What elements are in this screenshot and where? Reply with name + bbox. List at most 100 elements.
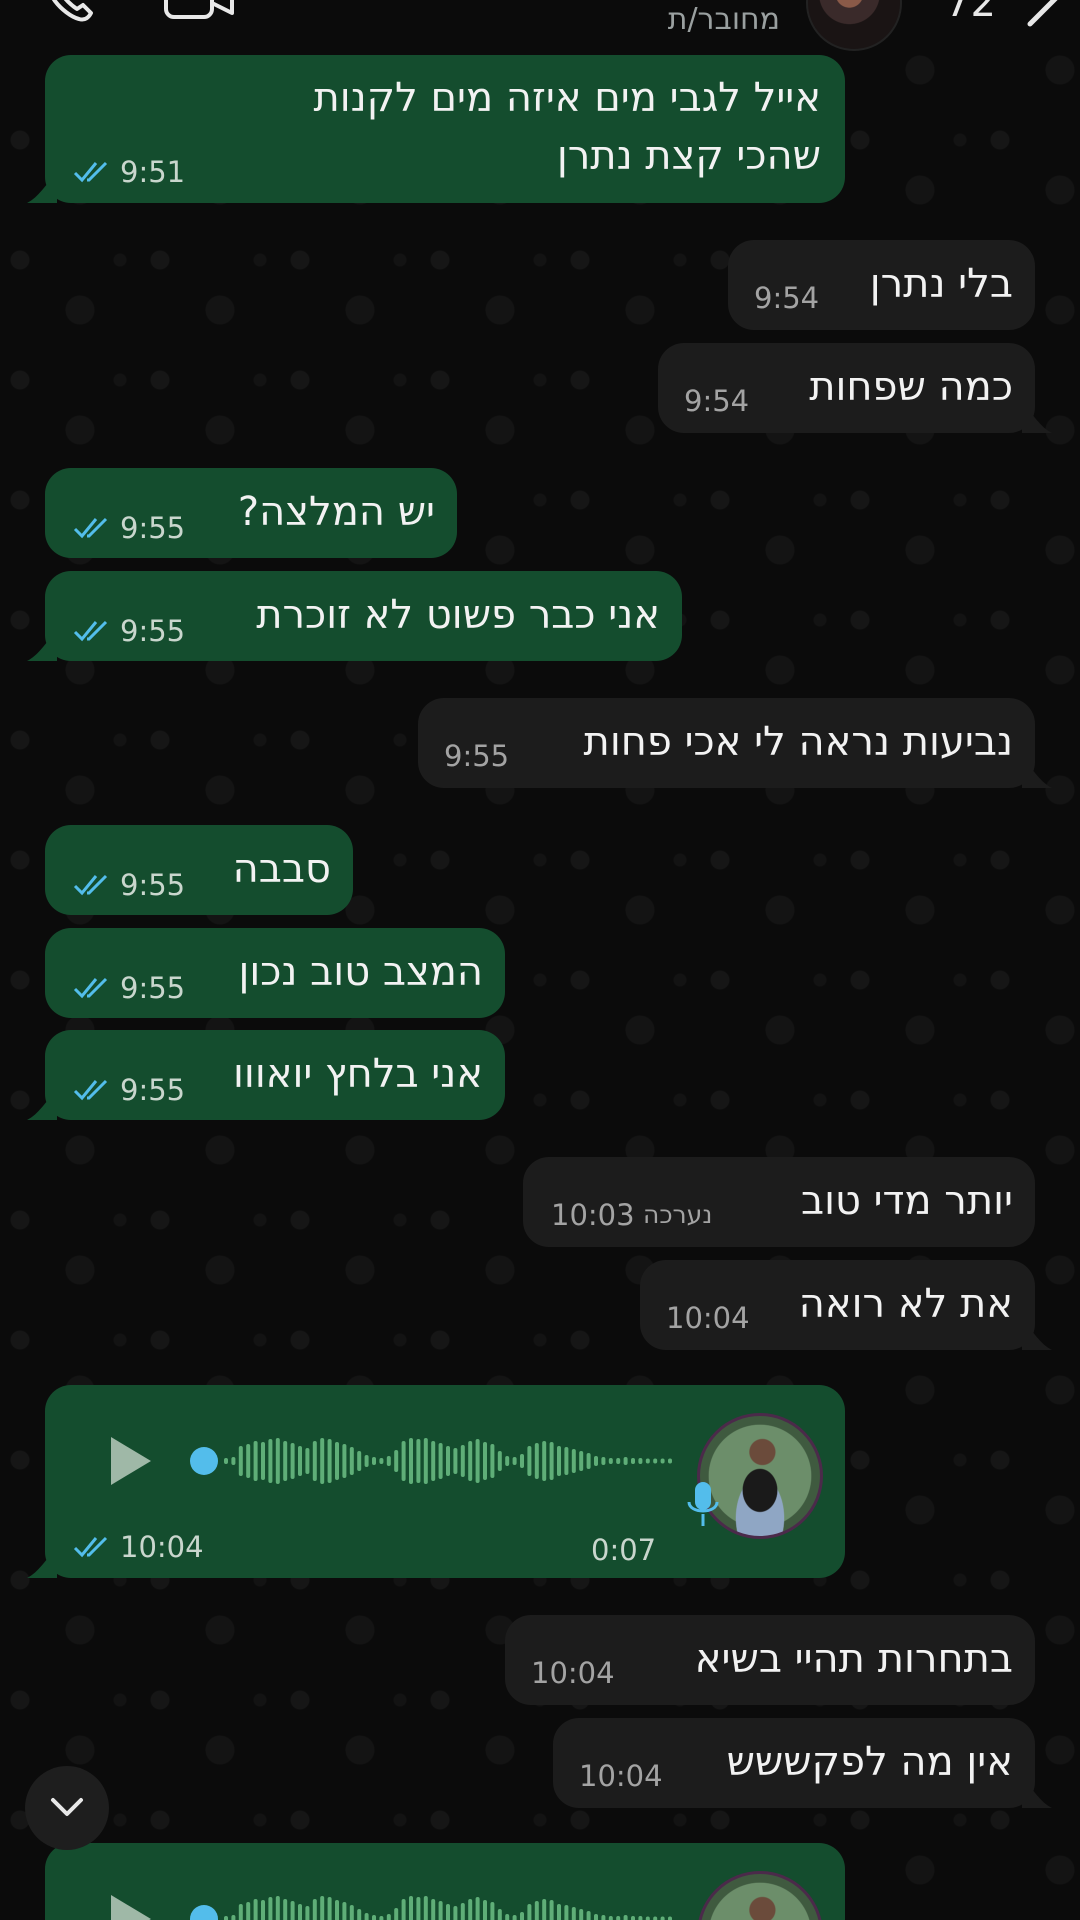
waveform-bar bbox=[386, 1456, 391, 1466]
play-icon[interactable] bbox=[107, 1893, 155, 1920]
message-time: 9:51 bbox=[120, 155, 186, 189]
edited-label: נערכה bbox=[643, 1200, 713, 1229]
waveform-bar bbox=[379, 1916, 384, 1920]
message-incoming[interactable]: את לא רואה 10:04 bbox=[640, 1260, 1052, 1350]
message-text: אני כבר פשוט לא זוכרת bbox=[256, 592, 660, 638]
waveform-bar bbox=[394, 1908, 399, 1920]
waveform-bar bbox=[653, 1916, 658, 1920]
bubble-tail bbox=[1022, 403, 1052, 433]
waveform-bar bbox=[601, 1915, 606, 1920]
play-icon[interactable] bbox=[107, 1435, 155, 1487]
waveform-bar bbox=[416, 1439, 421, 1483]
waveform-bar bbox=[335, 1900, 339, 1920]
waveform-bar bbox=[386, 1914, 391, 1920]
waveform-bar bbox=[283, 1441, 288, 1481]
waveform-bar bbox=[364, 1913, 369, 1920]
read-ticks-icon bbox=[73, 977, 108, 999]
scroll-to-bottom-button[interactable] bbox=[25, 1766, 109, 1850]
waveform-bar bbox=[379, 1458, 384, 1464]
waveform-bar bbox=[527, 1904, 532, 1920]
bubble-tail bbox=[27, 173, 57, 203]
message-time: 10:03 bbox=[551, 1198, 635, 1232]
waveform-bar bbox=[579, 1909, 584, 1920]
waveform-bar bbox=[616, 1458, 621, 1464]
message-time: 9:55 bbox=[120, 1073, 186, 1107]
waveform-bar bbox=[645, 1458, 650, 1464]
waveform-bar bbox=[349, 1447, 354, 1475]
waveform-bar bbox=[238, 1904, 243, 1920]
message-outgoing[interactable]: 9:55 אני כבר פשוט לא זוכרת bbox=[27, 571, 682, 661]
message-incoming[interactable]: בתחרות תהיי בשיא 10:04 bbox=[505, 1615, 1035, 1705]
unread-count: 72 bbox=[945, 0, 996, 26]
waveform-bar bbox=[557, 1904, 561, 1920]
message-incoming[interactable]: כמה שפחות 9:54 bbox=[658, 343, 1052, 433]
waveform-bar bbox=[483, 1442, 487, 1480]
waveform-bar bbox=[446, 1904, 450, 1920]
waveform-bar bbox=[253, 1899, 258, 1920]
read-ticks-icon bbox=[73, 874, 108, 896]
waveform-bar bbox=[571, 1907, 576, 1920]
waveform-bar bbox=[490, 1902, 495, 1920]
read-ticks-icon bbox=[73, 1536, 108, 1558]
waveform-bar bbox=[401, 1899, 406, 1920]
waveform-bar bbox=[653, 1458, 658, 1464]
waveform-bar bbox=[475, 1439, 480, 1483]
bubble-tail bbox=[1022, 1320, 1052, 1350]
bubble-tail bbox=[27, 1090, 57, 1120]
message-text: אין מה לפקששש bbox=[726, 1739, 1013, 1785]
voice-duration: 0:07 bbox=[591, 1533, 657, 1567]
message-outgoing[interactable]: 9:55 יש המלצה? bbox=[45, 468, 457, 558]
waveform-bar bbox=[312, 1441, 317, 1481]
message-text: סבבה bbox=[232, 846, 331, 892]
message-time: 9:55 bbox=[120, 868, 186, 902]
phone-icon[interactable] bbox=[45, 0, 95, 29]
message-text: נביעות נראה לי אכי פחות bbox=[583, 719, 1013, 765]
waveform-bar bbox=[231, 1457, 236, 1465]
voice-message[interactable]: 10:04 0:07 bbox=[27, 1385, 845, 1578]
waveform-bar bbox=[594, 1914, 598, 1920]
message-outgoing[interactable]: אייל לגבי מים איזה מים לקנות שהכי קצת נת… bbox=[27, 55, 845, 203]
waveform-bar bbox=[542, 1441, 547, 1481]
message-outgoing[interactable]: 9:55 אני בלחץ יואווו bbox=[27, 1030, 505, 1120]
waveform-bar bbox=[438, 1443, 443, 1479]
waveform-bar bbox=[357, 1909, 362, 1920]
voice-waveform[interactable] bbox=[190, 1435, 690, 1487]
waveform-bar bbox=[549, 1442, 554, 1480]
playback-position-dot[interactable] bbox=[190, 1905, 218, 1920]
waveform-bar bbox=[320, 1896, 325, 1920]
video-call-icon[interactable] bbox=[160, 0, 240, 29]
message-text: יותר מדי טוב bbox=[800, 1178, 1013, 1224]
message-incoming[interactable]: בלי נתרן 9:54 bbox=[728, 240, 1035, 330]
waveform-bar bbox=[645, 1916, 650, 1920]
playback-position-dot[interactable] bbox=[190, 1447, 218, 1475]
waveform-bar bbox=[357, 1451, 362, 1471]
waveform-bar bbox=[534, 1901, 539, 1920]
voice-waveform[interactable] bbox=[190, 1893, 690, 1920]
back-chevron-icon[interactable] bbox=[1020, 0, 1070, 34]
message-outgoing[interactable]: 9:55 המצב טוב נכון bbox=[45, 928, 505, 1018]
message-time: 9:54 bbox=[754, 281, 820, 315]
read-ticks-icon bbox=[73, 161, 108, 183]
contact-avatar[interactable] bbox=[806, 0, 902, 51]
message-incoming[interactable]: יותר מדי טוב נערכה 10:03 bbox=[523, 1157, 1035, 1247]
waveform-bar bbox=[372, 1457, 376, 1465]
waveform-bar bbox=[364, 1455, 369, 1467]
waveform-bar bbox=[468, 1899, 473, 1920]
message-incoming[interactable]: אין מה לפקששש 10:04 bbox=[553, 1718, 1052, 1808]
voice-message-partial[interactable] bbox=[45, 1843, 845, 1920]
waveform-bar bbox=[668, 1458, 672, 1464]
message-outgoing[interactable]: 9:55 סבבה bbox=[45, 825, 353, 915]
waveform-bar bbox=[623, 1457, 628, 1465]
waveform-bar bbox=[268, 1439, 273, 1483]
message-text: אייל לגבי מים איזה מים לקנות שהכי קצת נת… bbox=[313, 75, 821, 179]
waveform-bar bbox=[327, 1897, 332, 1920]
waveform-bar bbox=[261, 1900, 265, 1920]
waveform-bar bbox=[394, 1450, 399, 1472]
waveform-bar bbox=[298, 1904, 302, 1920]
message-incoming[interactable]: נביעות נראה לי אכי פחות 9:55 bbox=[418, 698, 1052, 788]
waveform-bar bbox=[453, 1448, 458, 1474]
message-time: 9:55 bbox=[444, 739, 510, 773]
waveform-bar bbox=[557, 1446, 561, 1476]
waveform-bar bbox=[571, 1449, 576, 1473]
waveform-bar bbox=[268, 1897, 273, 1920]
